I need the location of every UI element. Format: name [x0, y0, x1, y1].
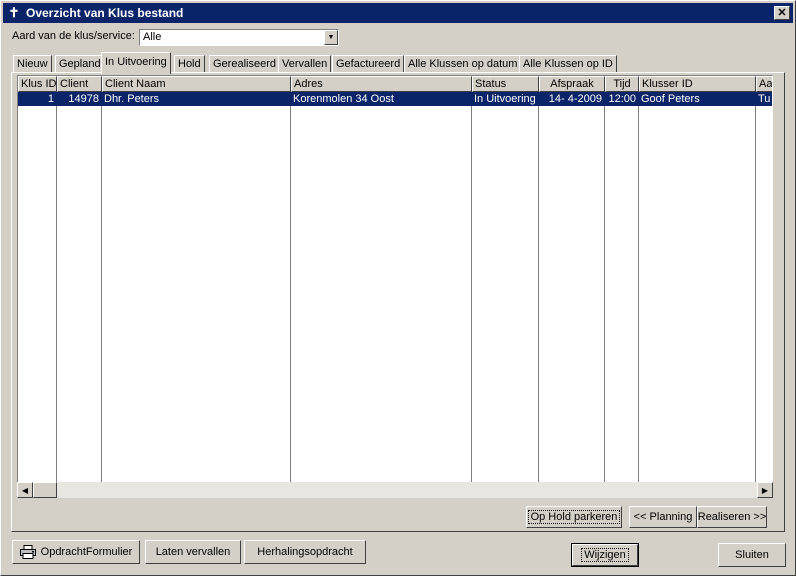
column-divider: [604, 92, 605, 497]
planning-back-button[interactable]: << Planning: [629, 506, 697, 528]
column-divider: [755, 92, 756, 497]
column-header-klus-id[interactable]: Klus ID: [18, 76, 57, 92]
horizontal-scrollbar[interactable]: ◀ ▶: [17, 482, 773, 498]
herhalingsopdracht-button[interactable]: Herhalingsopdracht: [244, 540, 366, 564]
close-button[interactable]: ✕: [774, 6, 790, 20]
column-divider: [638, 92, 639, 497]
column-divider: [290, 92, 291, 497]
tab-gerealiseerd[interactable]: Gerealiseerd: [209, 55, 280, 73]
printer-icon: [19, 545, 36, 559]
tab-gepland[interactable]: Gepland: [55, 55, 105, 73]
column-divider: [471, 92, 472, 497]
cell-status: In Uitvoering: [474, 93, 536, 105]
cell-tijd: 12:00: [608, 93, 636, 105]
column-header-aa[interactable]: Aa: [756, 76, 772, 92]
opdracht-formulier-label: OpdrachtFormulier: [40, 546, 133, 558]
pin-icon: ✝: [8, 5, 20, 20]
scroll-left-icon[interactable]: ◀: [17, 482, 33, 498]
tab-alle-klussen-op-id[interactable]: Alle Klussen op ID: [519, 55, 617, 73]
cell-klus-id: 1: [47, 93, 54, 105]
scroll-right-icon[interactable]: ▶: [757, 482, 773, 498]
main-window: ✝ Overzicht van Klus bestand ✕ Aard van …: [0, 0, 796, 576]
cell-extra: Tu: [758, 93, 771, 105]
cell-client: 14978: [68, 93, 99, 105]
laten-vervallen-button[interactable]: Laten vervallen: [145, 540, 241, 564]
tab-in-uitvoering[interactable]: In Uitvoering: [101, 52, 171, 74]
sluiten-button[interactable]: Sluiten: [718, 543, 786, 567]
column-header-client[interactable]: Client: [57, 76, 102, 92]
column-header-adres[interactable]: Adres: [291, 76, 472, 92]
column-header-tijd[interactable]: Tijd: [605, 76, 639, 92]
title-bar: ✝ Overzicht van Klus bestand ✕: [3, 3, 793, 23]
tab-hold[interactable]: Hold: [174, 55, 205, 73]
filter-label: Aard van de klus/service:: [12, 30, 135, 42]
cell-adres: Korenmolen 34 Oost: [293, 93, 394, 105]
scroll-thumb[interactable]: [33, 482, 57, 498]
cell-klusser-id: Goof Peters: [641, 93, 700, 105]
column-header-klusser-id[interactable]: Klusser ID: [639, 76, 756, 92]
jobs-table[interactable]: Klus ID Client Client Naam Adres Status …: [17, 75, 773, 498]
wijzigen-label: Wijzigen: [581, 548, 629, 562]
cell-client-naam: Dhr. Peters: [104, 93, 160, 105]
tab-alle-klussen-op-datum[interactable]: Alle Klussen op datum: [404, 55, 522, 73]
table-row[interactable]: 1 14978 Dhr. Peters Korenmolen 34 Oost I…: [18, 92, 772, 106]
column-header-client-naam[interactable]: Client Naam: [102, 76, 291, 92]
op-hold-parkeren-button[interactable]: Op Hold parkeren: [526, 506, 622, 528]
column-divider: [56, 92, 57, 497]
service-type-value: Alle: [143, 31, 162, 43]
column-divider: [538, 92, 539, 497]
window-title: Overzicht van Klus bestand: [26, 6, 184, 20]
tab-gefactureerd[interactable]: Gefactureerd: [332, 55, 405, 73]
realiseren-button[interactable]: Realiseren >>: [697, 506, 767, 528]
column-header-afspraak[interactable]: Afspraak: [539, 76, 605, 92]
column-divider: [101, 92, 102, 497]
wijzigen-button[interactable]: Wijzigen: [571, 543, 639, 567]
op-hold-parkeren-label: Op Hold parkeren: [527, 510, 621, 524]
chevron-down-icon[interactable]: ▼: [324, 30, 338, 45]
service-type-dropdown[interactable]: Alle ▼: [139, 29, 339, 46]
tab-vervallen[interactable]: Vervallen: [278, 55, 332, 73]
column-header-status[interactable]: Status: [472, 76, 539, 92]
tab-nieuw[interactable]: Nieuw: [13, 55, 52, 73]
opdracht-formulier-button[interactable]: OpdrachtFormulier: [12, 540, 140, 564]
cell-afspraak: 14- 4-2009: [548, 93, 602, 105]
